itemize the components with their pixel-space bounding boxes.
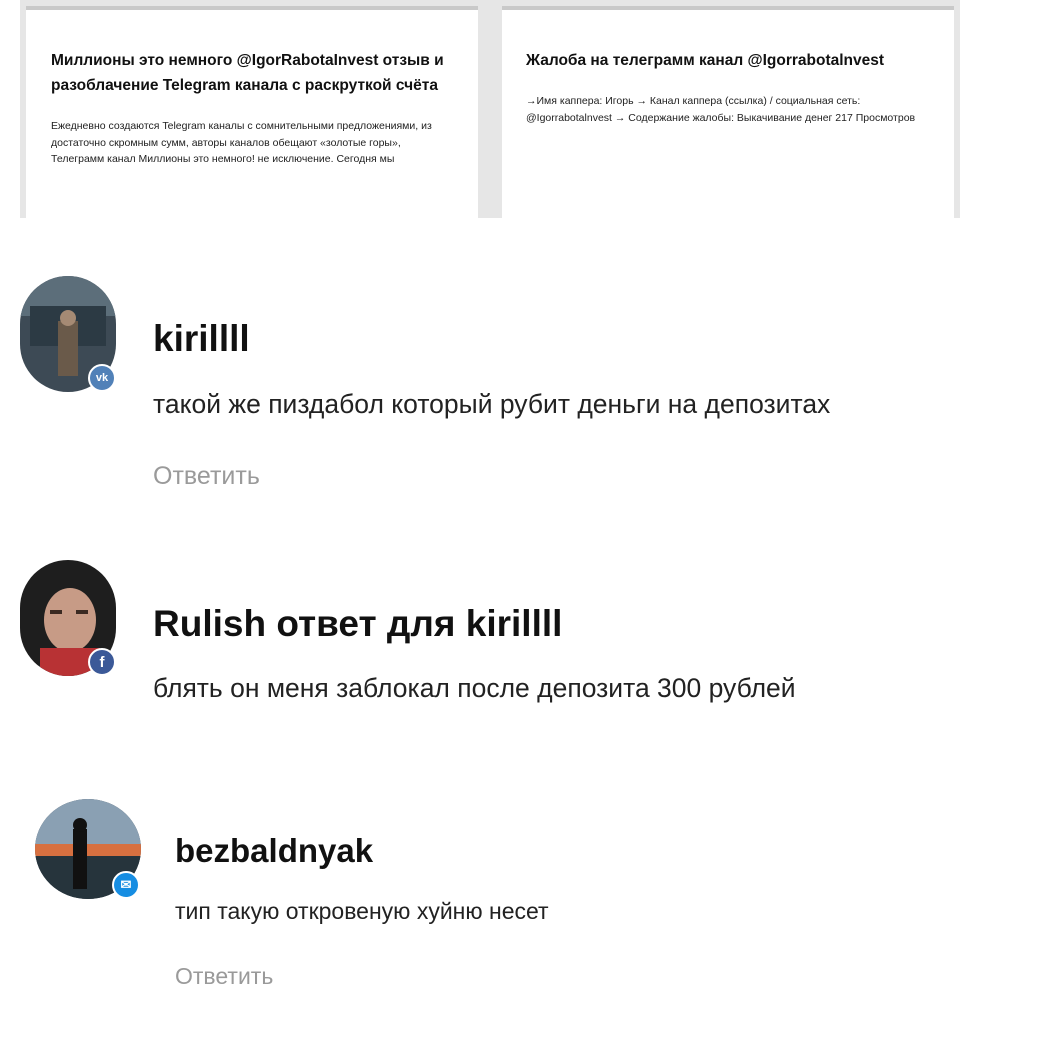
article-excerpt: →Имя каппера: Игорь → Канал каппера (ссы… [526, 95, 916, 124]
article-title[interactable]: Жалоба на телеграмм канал @Igorrabotalnv… [526, 48, 930, 73]
mail-icon: ✉ [112, 871, 140, 899]
reply-button[interactable]: Ответить [153, 462, 260, 491]
reply-button[interactable]: Ответить [175, 963, 273, 990]
vk-icon: vk [88, 364, 116, 392]
comment-author[interactable]: kirillll [153, 318, 250, 360]
comment-text: такой же пиздабол который рубит деньги н… [153, 389, 831, 419]
article-card[interactable]: Жалоба на телеграмм канал @Igorrabotalnv… [502, 6, 954, 218]
comment-author[interactable]: bezbaldnyak [175, 832, 373, 870]
comment-text: тип такую откровеную хуйню несет [175, 898, 549, 924]
comment-text: блять он меня заблокал после депозита 30… [153, 673, 796, 703]
comment-author[interactable]: Rulish ответ для kirillll [153, 603, 562, 645]
related-articles: Миллионы это немного @IgorRabotaInvest о… [20, 0, 960, 218]
article-title[interactable]: Миллионы это немного @IgorRabotaInvest о… [51, 48, 452, 98]
article-card[interactable]: Миллионы это немного @IgorRabotaInvest о… [26, 6, 478, 218]
article-excerpt: Ежедневно создаются Telegram каналы с со… [51, 120, 432, 165]
facebook-icon: f [88, 648, 116, 676]
